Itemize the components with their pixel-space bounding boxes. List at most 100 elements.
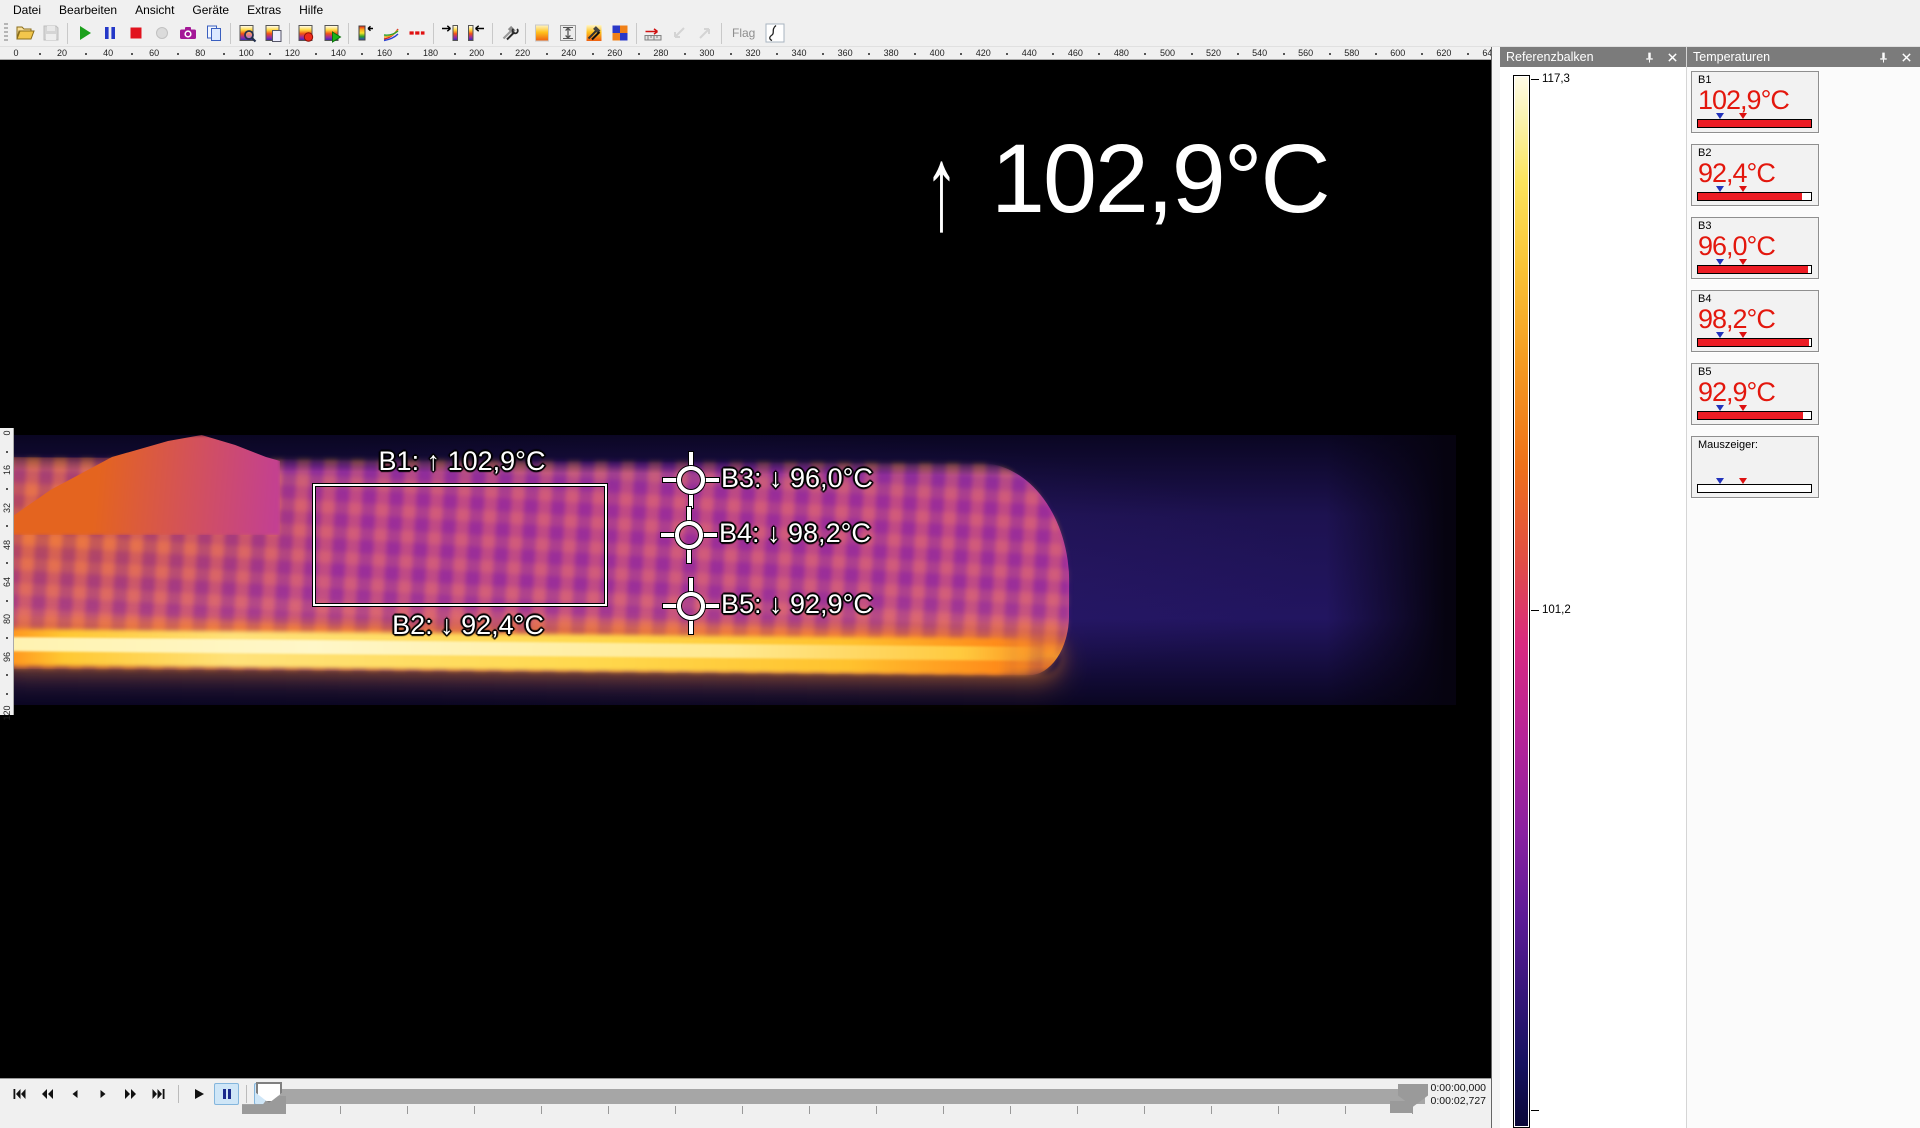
timeline-end-marker-foot[interactable] — [1390, 1101, 1412, 1113]
color-curves-icon[interactable] — [378, 21, 404, 45]
skip-to-end-button[interactable] — [146, 1083, 171, 1105]
open-file-icon[interactable] — [12, 21, 38, 45]
image-record-icon[interactable] — [293, 21, 319, 45]
snapshot-icon[interactable] — [175, 21, 201, 45]
reference-bar-panel: Referenzbalken 117,3101,2 — [1500, 47, 1686, 1128]
temperature-bar — [1697, 338, 1812, 347]
panel-splitter[interactable] — [1492, 47, 1500, 1128]
menu-gerate[interactable]: Geräte — [183, 1, 238, 19]
pin-icon[interactable] — [1876, 50, 1891, 65]
crosshair-icon — [677, 466, 705, 494]
image-zoom-icon[interactable] — [234, 21, 260, 45]
temperature-bar — [1697, 411, 1812, 420]
scale-shift-left-icon[interactable] — [463, 21, 489, 45]
scale-shift-right-icon[interactable] — [437, 21, 463, 45]
area-label-B2: B2: ↓ 92,4°C — [392, 610, 544, 641]
ruler-label: 240 — [560, 47, 577, 60]
copy-icon[interactable] — [201, 21, 227, 45]
temperature-box-b2[interactable]: B292,4°C — [1691, 144, 1819, 206]
step-forward-button[interactable] — [90, 1083, 115, 1105]
ruler-label: 80 — [2, 611, 12, 627]
toolbar-separator — [348, 23, 349, 44]
stop-capture-icon[interactable] — [123, 21, 149, 45]
ruler-label: 520 — [1205, 47, 1222, 60]
temperature-label: Mauszeiger: — [1698, 439, 1812, 451]
image-copy-icon[interactable] — [260, 21, 286, 45]
skip-to-start-button[interactable] — [6, 1083, 31, 1105]
record-icon — [149, 21, 175, 45]
thermal-canvas[interactable]: 0163248648096120 ↑ 102,9°C B1: ↑ 102,9°C… — [0, 60, 1491, 1078]
ruler-label: 320 — [744, 47, 761, 60]
menu-bar: DateiBearbeitenAnsichtGeräteExtrasHilfe — [0, 0, 1920, 20]
palette-preview-icon[interactable] — [529, 21, 555, 45]
temperature-box-b5[interactable]: B592,9°C — [1691, 363, 1819, 425]
crosshair-icon — [677, 592, 705, 620]
temperatures-panel: Temperaturen B1102,9°CB292,4°CB396,0°CB4… — [1686, 47, 1920, 1128]
image-play-icon[interactable] — [319, 21, 345, 45]
ruler-vertical: 0163248648096120 — [0, 428, 14, 715]
ruler-label: 300 — [698, 47, 715, 60]
temperature-bar — [1697, 484, 1812, 493]
menu-datei[interactable]: Datei — [4, 1, 50, 19]
toolbar-separator — [492, 23, 493, 44]
auto-scale-icon[interactable] — [555, 21, 581, 45]
menu-ansicht[interactable]: Ansicht — [126, 1, 183, 19]
timeline-track[interactable] — [278, 1089, 1425, 1104]
pattern-view-icon[interactable] — [607, 21, 633, 45]
play-button[interactable] — [186, 1083, 211, 1105]
up-arrow-icon: ↑ — [924, 126, 958, 252]
measure-point-B5[interactable] — [663, 578, 719, 634]
measure-area-rectangle[interactable] — [313, 484, 607, 606]
play-capture-icon[interactable] — [71, 21, 97, 45]
flag-button[interactable]: Flag — [725, 21, 762, 45]
timestamps: 0:00:00,000 0:00:02,727 — [1431, 1082, 1486, 1108]
temperature-box-b4[interactable]: B498,2°C — [1691, 290, 1819, 352]
temperature-value: 92,9°C — [1698, 379, 1812, 406]
ruler-label: 560 — [1297, 47, 1314, 60]
ruler-label: 0 — [12, 47, 19, 60]
pan-hand-2-icon — [692, 21, 718, 45]
menu-hilfe[interactable]: Hilfe — [290, 1, 332, 19]
toolbar-grip-handle[interactable] — [4, 23, 8, 43]
image-tools-icon[interactable] — [581, 21, 607, 45]
ruler-label: 16 — [2, 462, 12, 478]
pan-hand-1-icon — [666, 21, 692, 45]
temperature-box-b3[interactable]: B396,0°C — [1691, 217, 1819, 279]
temperatures-list: B1102,9°C B292,4°C B396,0°C B498,2°C B592,9°… — [1687, 67, 1920, 1128]
ruler-label: 40 — [102, 47, 114, 60]
pause-capture-icon[interactable] — [97, 21, 123, 45]
scale-label: 101,2 — [1542, 604, 1571, 616]
temperature-box-mauszeiger[interactable]: Mauszeiger: — [1691, 436, 1819, 498]
profile-line-icon[interactable] — [762, 21, 788, 45]
thermal-viewer: 0204060801001201401601802002202402602803… — [0, 47, 1492, 1128]
measure-distance-icon[interactable] — [640, 21, 666, 45]
close-icon[interactable] — [1899, 50, 1914, 65]
ruler-label: 500 — [1159, 47, 1176, 60]
ruler-label: 220 — [514, 47, 531, 60]
scale-tick — [1531, 79, 1539, 80]
temperature-bar — [1697, 119, 1812, 128]
ruler-label: 640 — [1481, 47, 1491, 60]
palette-select-icon[interactable] — [352, 21, 378, 45]
time-total: 0:00:02,727 — [1431, 1095, 1486, 1108]
save-icon — [38, 21, 64, 45]
pin-icon[interactable] — [1642, 50, 1657, 65]
menu-bearbeiten[interactable]: Bearbeiten — [50, 1, 126, 19]
measure-point-B4[interactable] — [661, 507, 717, 563]
measure-point-B3[interactable] — [663, 452, 719, 508]
reference-color-scale[interactable] — [1513, 75, 1530, 1128]
toolbar-separator — [289, 23, 290, 44]
temperature-bar — [1697, 192, 1812, 201]
settings-tools-icon[interactable] — [496, 21, 522, 45]
fast-forward-button[interactable] — [118, 1083, 143, 1105]
ruler-label: 460 — [1067, 47, 1084, 60]
menu-extras[interactable]: Extras — [238, 1, 290, 19]
toolbar-separator — [525, 23, 526, 44]
step-back-button[interactable] — [62, 1083, 87, 1105]
temperature-box-b1[interactable]: B1102,9°C — [1691, 71, 1819, 133]
rewind-button[interactable] — [34, 1083, 59, 1105]
close-icon[interactable] — [1665, 50, 1680, 65]
ruler-label: 380 — [883, 47, 900, 60]
isotherm-dashes-icon[interactable] — [404, 21, 430, 45]
pause-button[interactable] — [214, 1083, 239, 1105]
